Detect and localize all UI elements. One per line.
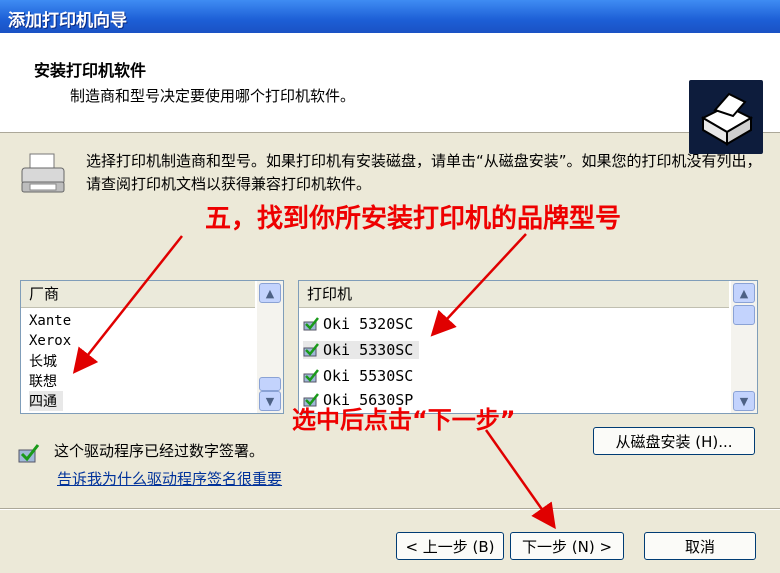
scroll-up-icon[interactable]: ▲ — [259, 283, 281, 303]
signature-status: 这个驱动程序已经过数字签署。 — [54, 442, 265, 460]
list-item[interactable]: Oki 5320SC — [303, 315, 413, 333]
header-title: 安装打印机软件 — [34, 61, 147, 80]
scroll-up-icon[interactable]: ▲ — [733, 283, 755, 303]
annotation-select-next: 选中后点击“下一步” — [292, 406, 516, 434]
scroll-thumb[interactable] — [733, 305, 755, 325]
list-item[interactable]: Xante — [29, 313, 71, 329]
signed-driver-icon — [18, 442, 40, 464]
list-item[interactable]: 联想 — [29, 371, 57, 391]
separator — [0, 508, 780, 510]
manufacturer-list[interactable]: 厂商 Xante Xerox 长城 联想 四通 ▲ ▼ — [20, 280, 284, 414]
list-item-selected[interactable]: 四通 — [29, 391, 63, 411]
scroll-down-icon[interactable]: ▼ — [259, 391, 281, 411]
scroll-down-icon[interactable]: ▼ — [733, 391, 755, 411]
printer-scrollbar[interactable]: ▲ ▼ — [731, 281, 757, 413]
have-disk-button[interactable]: 从磁盘安装 (H)... — [593, 427, 755, 455]
intro-text: 选择打印机制造商和型号。如果打印机有安装磁盘，请单击“从磁盘安装”。如果您的打印… — [86, 152, 762, 193]
printer-list-header: 打印机 — [299, 281, 729, 308]
annotation-step5: 五，找到你所安装打印机的品牌型号 — [205, 204, 622, 234]
list-item-selected[interactable]: Oki 5330SC — [303, 341, 420, 359]
header-subtitle: 制造商和型号决定要使用哪个打印机软件。 — [70, 87, 356, 105]
manufacturer-list-header: 厂商 — [21, 281, 255, 308]
manufacturer-scrollbar[interactable]: ▲ ▼ — [257, 281, 283, 413]
list-item[interactable]: 长城 — [29, 351, 57, 371]
list-item[interactable]: Oki 5530SC — [303, 367, 413, 385]
signed-driver-icon — [303, 317, 319, 331]
title-bar: 添加打印机向导 — [0, 0, 780, 33]
back-button[interactable]: < 上一步 (B) — [396, 532, 504, 560]
next-button[interactable]: 下一步 (N) > — [510, 532, 624, 560]
window-title: 添加打印机向导 — [8, 11, 127, 31]
printer-icon — [18, 152, 70, 196]
why-signing-link[interactable]: 告诉我为什么驱动程序签名很重要 — [57, 468, 282, 489]
signed-driver-icon — [303, 369, 319, 383]
list-item[interactable]: Xerox — [29, 333, 71, 349]
printer-wizard-icon — [689, 80, 763, 154]
wizard-header: 安装打印机软件 制造商和型号决定要使用哪个打印机软件。 — [0, 33, 780, 154]
printer-list[interactable]: 打印机 Oki 5320SC Oki 5330SC Oki 5530SC Oki… — [298, 280, 758, 414]
arrow-to-next — [484, 429, 556, 530]
signed-driver-icon — [303, 343, 319, 357]
cancel-button[interactable]: 取消 — [644, 532, 756, 560]
scroll-thumb[interactable] — [259, 377, 281, 391]
